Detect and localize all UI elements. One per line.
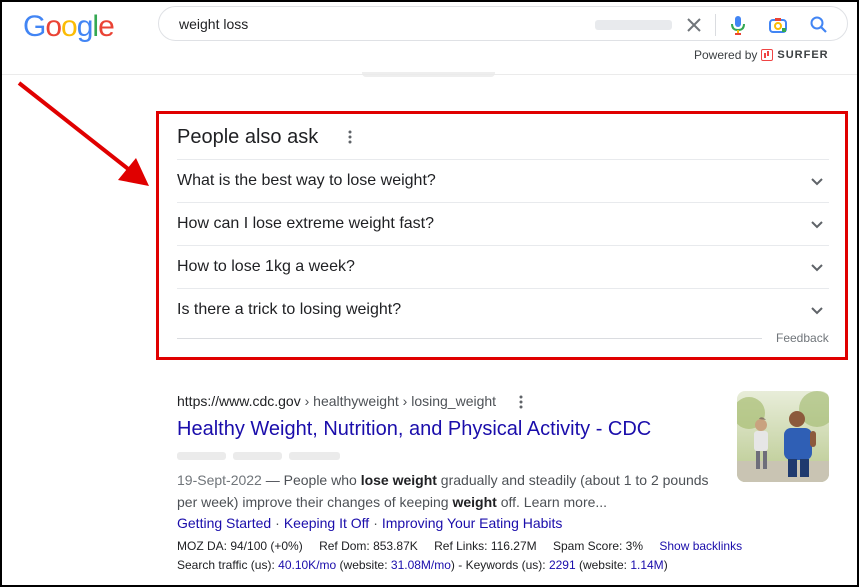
search-traffic-value[interactable]: 40.10K/mo — [278, 558, 336, 572]
sitelink-separator: · — [275, 515, 280, 531]
logo-letter: o — [45, 10, 62, 43]
show-backlinks-link[interactable]: Show backlinks — [659, 539, 742, 553]
chevron-down-icon — [811, 264, 823, 272]
chevron-down-icon — [811, 178, 823, 186]
paa-question-text: How can I lose extreme weight fast? — [177, 215, 435, 232]
paa-question[interactable]: How to lose 1kg a week? — [177, 245, 829, 288]
logo-letter: e — [98, 10, 115, 43]
header-divider — [2, 74, 857, 75]
feedback-link[interactable]: Feedback — [776, 331, 829, 345]
ref-links: Ref Links: 116.27M — [434, 539, 537, 553]
snippet-text: — People who — [261, 472, 361, 488]
sitelink[interactable]: Keeping It Off — [284, 515, 369, 531]
logo-letter: o — [61, 10, 78, 43]
spam-score: Spam Score: 3% — [552, 539, 644, 553]
sitelink-separator: · — [373, 515, 378, 531]
traffic-metrics-row: Search traffic (us): 40.10K/mo (website:… — [177, 558, 668, 572]
logo-letter: G — [23, 10, 46, 43]
result-url[interactable]: https://www.cdc.gov › healthyweight › lo… — [177, 393, 496, 409]
search-icon[interactable] — [809, 15, 829, 35]
result-thumbnail-image[interactable] — [737, 391, 829, 482]
powered-by-surfer[interactable]: Powered by SURFER — [694, 48, 829, 62]
sitelinks: Getting Started · Keeping It Off · Improving… — [177, 515, 562, 531]
surfer-brand: SURFER — [777, 49, 829, 61]
traffic-label: Search traffic (us): — [177, 558, 279, 572]
sitelink[interactable]: Improving Your Eating Habits — [382, 515, 563, 531]
website-traffic-value[interactable]: 31.08M/mo — [391, 558, 451, 572]
paa-question-text: What is the best way to lose weight? — [177, 172, 436, 189]
powered-by-label: Powered by — [694, 48, 758, 62]
snippet-bold: lose weight — [360, 472, 437, 488]
result-path: › healthyweight › losing_weight — [300, 393, 497, 409]
paa-title: People also ask — [177, 126, 319, 148]
sitelink[interactable]: Getting Started — [177, 515, 271, 531]
result-date: 19-Sept-2022 — [177, 472, 262, 488]
microphone-icon[interactable] — [728, 14, 748, 36]
ref-dom: Ref Dom: 853.87K — [319, 539, 418, 553]
surfer-logo-icon — [761, 49, 774, 61]
chevron-down-icon — [811, 221, 823, 229]
search-redacted-bar — [595, 20, 672, 30]
keywords-value[interactable]: 2291 — [549, 558, 576, 572]
search-box[interactable]: weight loss — [158, 6, 848, 41]
logo-letter: g — [76, 10, 94, 43]
snippet-bold: weight — [452, 494, 497, 510]
paa-question[interactable]: Is there a trick to losing weight? — [177, 288, 829, 331]
keywords-label: ) - Keywords (us): — [450, 558, 549, 572]
close-paren: ) — [663, 558, 668, 572]
result-title-link[interactable]: Healthy Weight, Nutrition, and Physical … — [177, 418, 651, 441]
result-snippet: 19-Sept-2022 — People who lose weight gr… — [177, 469, 722, 513]
camera-icon[interactable] — [768, 15, 788, 35]
snippet-text: off. Learn more... — [496, 494, 608, 510]
website-keywords-value[interactable]: 1.14M — [630, 558, 663, 572]
moz-da: MOZ DA: 94/100 (+0%) — [177, 539, 303, 553]
paa-question-text: How to lose 1kg a week? — [177, 258, 355, 275]
paa-question[interactable]: What is the best way to lose weight? — [177, 159, 829, 202]
search-divider — [715, 14, 716, 36]
more-options-icon[interactable] — [517, 394, 525, 410]
paa-question[interactable]: How can I lose extreme weight fast? — [177, 202, 829, 245]
close-icon[interactable] — [684, 15, 704, 35]
website-label: (website: — [336, 558, 391, 572]
paa-question-text: Is there a trick to losing weight? — [177, 301, 402, 318]
search-input[interactable]: weight loss — [179, 16, 248, 32]
red-arrow-annotation — [17, 81, 149, 186]
google-logo[interactable]: Google — [23, 10, 115, 44]
chevron-down-icon — [811, 307, 823, 315]
paa-bottom-divider — [177, 338, 762, 339]
website-label: (website: — [575, 558, 631, 572]
more-options-icon[interactable] — [346, 129, 354, 145]
result-domain: https://www.cdc.gov — [177, 393, 301, 409]
seo-metrics-row: MOZ DA: 94/100 (+0%) Ref Dom: 853.87K Re… — [177, 539, 755, 553]
